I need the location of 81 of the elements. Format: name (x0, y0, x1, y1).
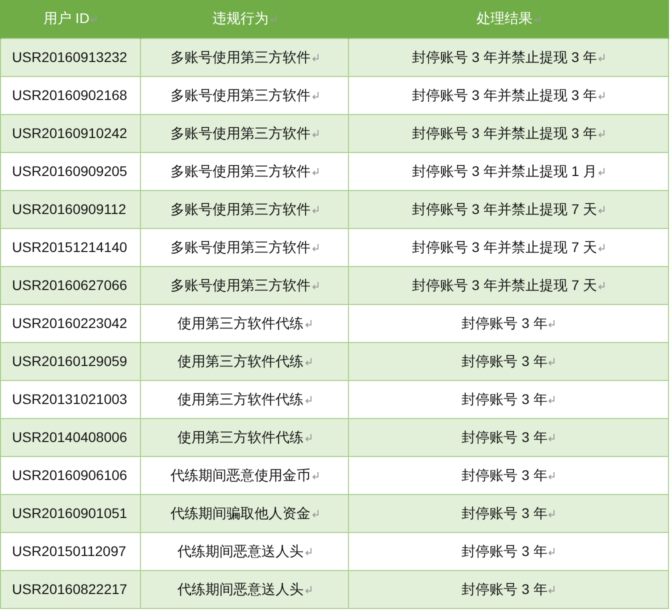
table-cell: USR20160902168 (12, 86, 128, 102)
paragraph-mark-icon (312, 54, 318, 62)
paragraph-mark-icon (598, 168, 606, 176)
table-cell: USR20160906106 (12, 466, 128, 482)
table-cell: 代练期间恶意使用金币 (170, 466, 310, 482)
table-cell: USR20160822217 (12, 580, 128, 596)
paragraph-mark-icon (312, 510, 318, 518)
table-cell: 代练期间恶意送人头 (178, 580, 304, 596)
paragraph-mark-icon (304, 548, 312, 556)
paragraph-mark-icon (598, 244, 606, 252)
table-cell: 封停账号 3 年并禁止提现 7 天 (412, 276, 598, 292)
column-header: 用户 ID (44, 10, 90, 26)
paragraph-mark-icon (548, 510, 556, 518)
table-cell: USR20150112097 (12, 542, 126, 558)
paragraph-mark-icon (548, 434, 556, 442)
table-cell: 封停账号 3 年并禁止提现 3 年 (412, 124, 598, 140)
table-cell: 封停账号 3 年 (462, 352, 548, 368)
column-header: 处理结果 (476, 10, 532, 26)
paragraph-mark-icon (304, 396, 312, 404)
table-cell: 多账号使用第三方软件 (170, 162, 310, 178)
table-cell: 多账号使用第三方软件 (170, 48, 310, 64)
paragraph-mark-icon (312, 130, 318, 138)
table-cell: 封停账号 3 年并禁止提现 3 年 (412, 48, 598, 64)
paragraph-mark-icon (304, 586, 312, 594)
paragraph-mark-icon (598, 206, 606, 214)
paragraph-mark-icon (312, 92, 318, 100)
table-cell: 使用第三方软件代练 (178, 352, 304, 368)
table-cell: USR20160223042 (12, 314, 128, 330)
paragraph-mark-icon (304, 320, 312, 328)
table-cell: USR20140408006 (12, 428, 128, 444)
paragraph-mark-icon (548, 586, 556, 594)
table-cell: 封停账号 3 年 (462, 504, 548, 520)
table-cell: 封停账号 3 年 (462, 390, 548, 406)
table-cell: USR20160909205 (12, 162, 128, 178)
table-cell: 封停账号 3 年并禁止提现 7 天 (412, 238, 598, 254)
paragraph-mark-icon (312, 206, 318, 214)
paragraph-mark-icon (312, 168, 318, 176)
table-cell: 封停账号 3 年 (462, 466, 548, 482)
paragraph-mark-icon (304, 434, 312, 442)
table-cell: 使用第三方软件代练 (178, 390, 304, 406)
paragraph-mark-icon (598, 282, 606, 290)
table-cell: 封停账号 3 年并禁止提现 7 天 (412, 200, 598, 216)
table-cell: 封停账号 3 年 (462, 314, 548, 330)
table-cell: USR20151214140 (12, 238, 128, 254)
table-cell: USR20160627066 (12, 276, 128, 292)
paragraph-mark-icon (598, 130, 606, 138)
paragraph-mark-icon (304, 358, 312, 366)
paragraph-mark-icon (312, 282, 318, 290)
table-cell: 多账号使用第三方软件 (170, 124, 310, 140)
table-cell: 代练期间恶意送人头 (178, 542, 304, 558)
table-cell: 多账号使用第三方软件 (170, 238, 310, 254)
table-cell: 多账号使用第三方软件 (170, 276, 310, 292)
table-cell: USR20160913232 (12, 48, 128, 64)
table-cell: 封停账号 3 年 (462, 580, 548, 596)
column-header: 违规行为 (212, 10, 268, 26)
paragraph-mark-icon (90, 15, 98, 24)
paragraph-mark-icon (548, 396, 556, 404)
table-cell: 使用第三方软件代练 (178, 314, 304, 330)
table-cell: USR20160909112 (12, 200, 126, 216)
paragraph-mark-icon (312, 472, 318, 480)
table-cell: USR20160129059 (12, 352, 128, 368)
table-cell: 使用第三方软件代练 (178, 428, 304, 444)
table-cell: USR20131021003 (12, 390, 128, 406)
paragraph-mark-icon (548, 320, 556, 328)
table-cell: USR20160901051 (12, 504, 128, 520)
table-cell: 代练期间骗取他人资金 (170, 504, 310, 520)
table-cell: 封停账号 3 年 (462, 542, 548, 558)
paragraph-mark-icon (598, 92, 606, 100)
paragraph-mark-icon (312, 244, 318, 252)
paragraph-mark-icon (548, 358, 556, 366)
paragraph-mark-icon (270, 15, 276, 24)
table-cell: 封停账号 3 年并禁止提现 3 年 (412, 86, 598, 102)
table-cell: 多账号使用第三方软件 (170, 200, 310, 216)
table-cell: USR20160910242 (12, 124, 128, 140)
paragraph-mark-icon (548, 548, 556, 556)
table-cell: 封停账号 3 年 (462, 428, 548, 444)
paragraph-mark-icon (534, 15, 540, 24)
table-cell: 多账号使用第三方软件 (170, 86, 310, 102)
paragraph-mark-icon (548, 472, 556, 480)
table-cell: 封停账号 3 年并禁止提现 1 月 (412, 162, 598, 178)
paragraph-mark-icon (598, 54, 606, 62)
